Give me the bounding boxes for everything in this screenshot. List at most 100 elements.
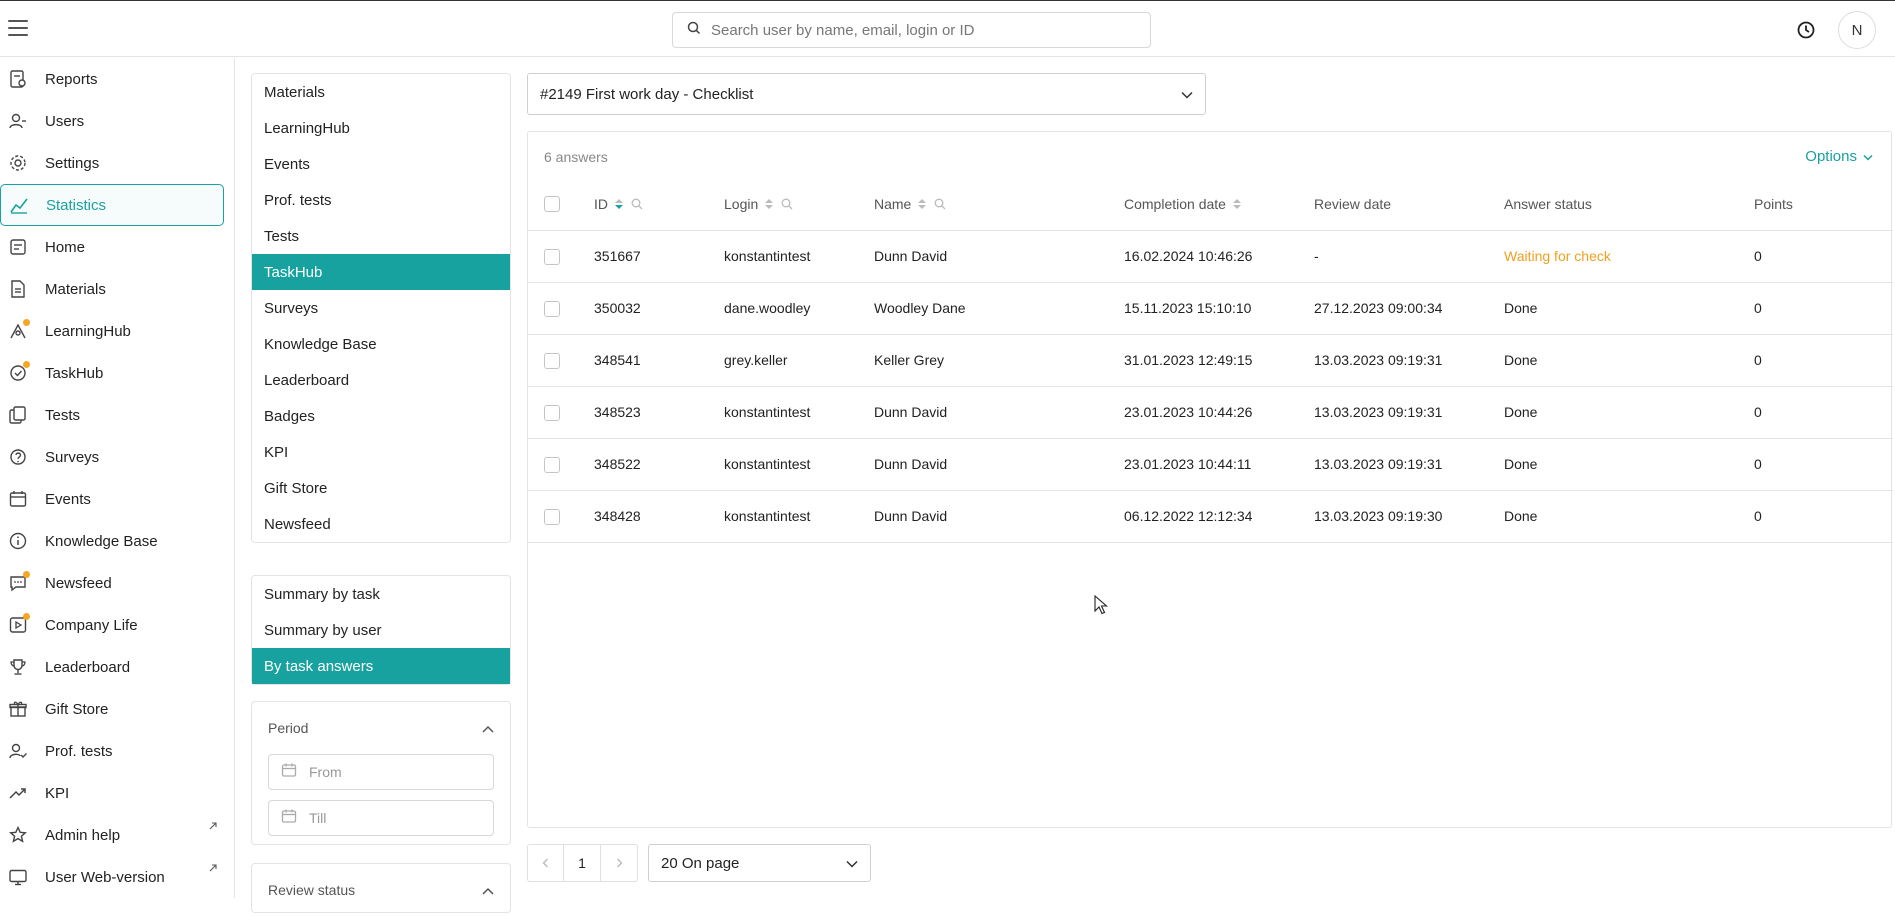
stats-menu-item-tests[interactable]: Tests	[252, 218, 510, 254]
cell-status: Done	[1504, 438, 1754, 491]
notification-dot	[23, 613, 30, 620]
taskhub-icon	[8, 361, 30, 383]
row-checkbox[interactable]	[544, 456, 560, 473]
sidebar-item-label: Users	[45, 112, 85, 130]
search-login-icon[interactable]	[781, 198, 793, 210]
row-checkbox[interactable]	[544, 404, 560, 421]
till-date-input[interactable]	[297, 810, 437, 826]
stats-menu-item-prof-tests[interactable]: Prof. tests	[252, 182, 510, 218]
sidebar-item-events[interactable]: Events	[0, 478, 234, 520]
table-row[interactable]: 348428 konstantintest Dunn David 06.12.2022…	[528, 490, 1893, 543]
sidebar-item-reports[interactable]: Reports	[0, 58, 234, 100]
prev-page-button[interactable]	[527, 844, 564, 882]
review-status-header[interactable]: Review status	[252, 864, 510, 916]
stats-menu-item-leaderboard[interactable]: Leaderboard	[252, 362, 510, 398]
sidebar-item-home[interactable]: Home	[0, 226, 234, 268]
user-search-box[interactable]	[672, 12, 1151, 48]
sidebar-item-kpi[interactable]: KPI	[0, 772, 234, 814]
options-button[interactable]: Options	[1805, 148, 1873, 165]
row-checkbox[interactable]	[544, 508, 560, 525]
stats-menu-item-learninghub[interactable]: LearningHub	[252, 110, 510, 146]
task-select[interactable]: #2149 First work day - Checklist	[527, 73, 1206, 115]
sidebar-item-leaderboard[interactable]: Leaderboard	[0, 646, 234, 688]
sort-completion-date-icon[interactable]	[1232, 198, 1241, 209]
row-checkbox[interactable]	[544, 300, 560, 317]
search-icon	[687, 21, 701, 39]
stats-menu-item-newsfeed[interactable]: Newsfeed	[252, 506, 510, 542]
cell-completion: 31.01.2023 12:49:15	[1124, 334, 1314, 387]
sidebar-item-label: Events	[45, 490, 91, 508]
sidebar-item-settings[interactable]: Settings	[0, 142, 234, 184]
stats-menu-item-gift-store[interactable]: Gift Store	[252, 470, 510, 506]
cell-points: 0	[1754, 230, 1893, 283]
table-row[interactable]: 351667 konstantintest Dunn David 16.02.2024…	[528, 230, 1893, 283]
stats-menu-item-knowledge-base[interactable]: Knowledge Base	[252, 326, 510, 362]
sidebar-item-admin-help[interactable]: Admin help	[0, 814, 234, 856]
avatar[interactable]: N	[1838, 11, 1876, 49]
sidebar-item-knowledge-base[interactable]: Knowledge Base	[0, 520, 234, 562]
search-name-icon[interactable]	[934, 198, 946, 210]
cell-login: konstantintest	[724, 230, 874, 283]
sidebar-item-company-life[interactable]: Company Life	[0, 604, 234, 646]
next-page-button[interactable]	[601, 844, 638, 882]
sidebar-item-surveys[interactable]: Surveys	[0, 436, 234, 478]
cell-completion: 23.01.2023 10:44:26	[1124, 386, 1314, 439]
from-date-input[interactable]	[297, 764, 437, 780]
table-row[interactable]: 350032 dane.woodley Woodley Dane 15.11.2023…	[528, 282, 1893, 335]
sort-login-icon[interactable]	[765, 198, 774, 209]
hamburger-menu-icon[interactable]	[8, 20, 28, 36]
cell-name: Keller Grey	[874, 334, 1124, 387]
sidebar: Reports Users Settings Statistics Home Materi…	[0, 58, 235, 898]
table-row[interactable]: 348523 konstantintest Dunn David 23.01.2023…	[528, 386, 1893, 439]
sort-id-icon[interactable]	[615, 198, 623, 209]
sidebar-item-users[interactable]: Users	[0, 100, 234, 142]
sidebar-item-learninghub[interactable]: LearningHub	[0, 310, 234, 352]
column-header-name[interactable]: Name	[874, 196, 911, 212]
report-menu-item-by-task-answers[interactable]: By task answers	[252, 648, 510, 684]
from-date-field[interactable]	[268, 754, 494, 790]
chevron-up-icon[interactable]	[482, 882, 494, 898]
sidebar-item-tests[interactable]: Tests	[0, 394, 234, 436]
sidebar-item-user-web-version[interactable]: User Web-version	[0, 856, 234, 898]
cell-name: Dunn David	[874, 230, 1124, 283]
chevron-down-icon	[1863, 148, 1873, 165]
row-checkbox[interactable]	[544, 248, 560, 265]
search-input[interactable]	[701, 21, 1150, 39]
sidebar-item-materials[interactable]: Materials	[0, 268, 234, 310]
report-menu-item-summary-by-task[interactable]: Summary by task	[252, 576, 510, 612]
report-menu-item-summary-by-user[interactable]: Summary by user	[252, 612, 510, 648]
page-number-button[interactable]: 1	[564, 844, 601, 882]
search-id-icon[interactable]	[631, 198, 643, 210]
column-header-completion-date[interactable]: Completion date	[1124, 196, 1226, 212]
till-date-field[interactable]	[268, 800, 494, 836]
sidebar-item-taskhub[interactable]: TaskHub	[0, 352, 234, 394]
stats-menu-item-materials[interactable]: Materials	[252, 74, 510, 110]
column-header-login[interactable]: Login	[724, 196, 758, 212]
select-all-checkbox[interactable]	[544, 196, 560, 213]
history-icon[interactable]	[1788, 15, 1824, 45]
sidebar-item-prof-tests[interactable]: Prof. tests	[0, 730, 234, 772]
sidebar-item-label: Surveys	[45, 448, 100, 466]
chevron-up-icon[interactable]	[482, 720, 494, 736]
stats-menu-item-surveys[interactable]: Surveys	[252, 290, 510, 326]
calendar-icon	[281, 762, 297, 782]
stats-menu-item-taskhub[interactable]: TaskHub	[252, 254, 510, 290]
stats-menu-item-events[interactable]: Events	[252, 146, 510, 182]
sort-name-icon[interactable]	[918, 198, 927, 209]
sidebar-item-label: Knowledge Base	[45, 532, 158, 550]
stats-menu-item-kpi[interactable]: KPI	[252, 434, 510, 470]
sidebar-item-label: Newsfeed	[45, 574, 112, 592]
per-page-select[interactable]: 20 On page	[648, 844, 871, 882]
period-filter-header[interactable]: Period	[252, 702, 510, 754]
sidebar-item-statistics[interactable]: Statistics	[0, 184, 224, 226]
cell-points: 0	[1754, 334, 1893, 387]
column-header-id[interactable]: ID	[594, 196, 608, 212]
table-row[interactable]: 348522 konstantintest Dunn David 23.01.2023…	[528, 438, 1893, 491]
sidebar-item-newsfeed[interactable]: Newsfeed	[0, 562, 234, 604]
row-checkbox[interactable]	[544, 352, 560, 369]
table-row[interactable]: 348541 grey.keller Keller Grey 31.01.2023 1…	[528, 334, 1893, 387]
gear-icon	[8, 153, 28, 173]
sidebar-item-gift-store[interactable]: Gift Store	[0, 688, 234, 730]
stats-menu-item-badges[interactable]: Badges	[252, 398, 510, 434]
star-icon	[8, 825, 28, 845]
